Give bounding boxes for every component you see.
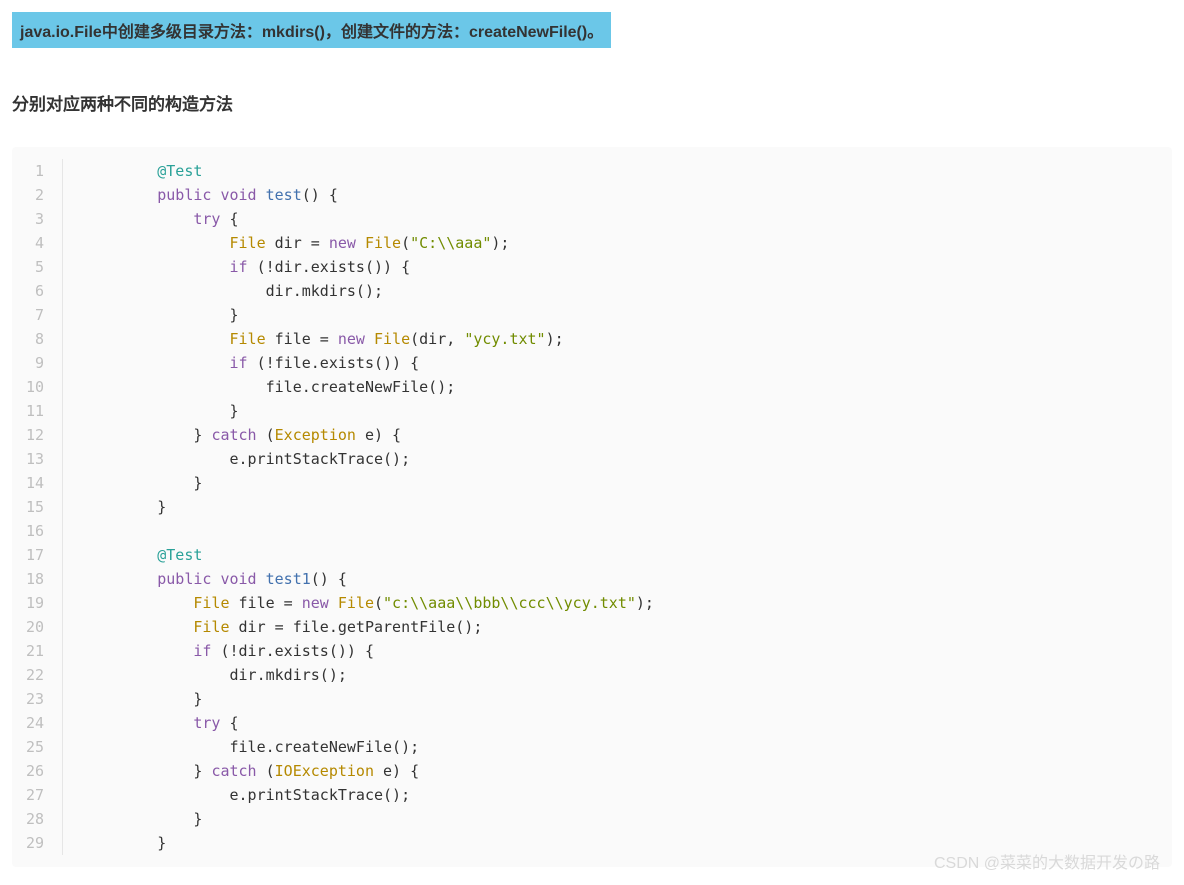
code-line: } <box>85 807 654 831</box>
code-line: try { <box>85 711 654 735</box>
code-line: public void test() { <box>85 183 654 207</box>
line-number: 22 <box>22 663 44 687</box>
code-line: File file = new File(dir, "ycy.txt"); <box>85 327 654 351</box>
code-line: e.printStackTrace(); <box>85 447 654 471</box>
code-line: @Test <box>85 543 654 567</box>
line-number: 21 <box>22 639 44 663</box>
line-number: 14 <box>22 471 44 495</box>
line-number: 27 <box>22 783 44 807</box>
code-line: } <box>85 471 654 495</box>
line-gutter: 1234567891011121314151617181920212223242… <box>12 159 63 855</box>
line-number: 24 <box>22 711 44 735</box>
code-line: } <box>85 303 654 327</box>
code-line: } <box>85 495 654 519</box>
line-number: 23 <box>22 687 44 711</box>
code-line: } catch (Exception e) { <box>85 423 654 447</box>
code-content: @Test public void test() { try { File di… <box>63 159 654 855</box>
code-line: } <box>85 399 654 423</box>
line-number: 5 <box>22 255 44 279</box>
line-number: 9 <box>22 351 44 375</box>
line-number: 26 <box>22 759 44 783</box>
code-line: if (!dir.exists()) { <box>85 639 654 663</box>
line-number: 20 <box>22 615 44 639</box>
line-number: 29 <box>22 831 44 855</box>
line-number: 19 <box>22 591 44 615</box>
code-line <box>85 519 654 543</box>
code-line: e.printStackTrace(); <box>85 783 654 807</box>
line-number: 1 <box>22 159 44 183</box>
code-line: file.createNewFile(); <box>85 735 654 759</box>
line-number: 25 <box>22 735 44 759</box>
line-number: 18 <box>22 567 44 591</box>
line-number: 10 <box>22 375 44 399</box>
line-number: 2 <box>22 183 44 207</box>
line-number: 17 <box>22 543 44 567</box>
code-line: } <box>85 831 654 855</box>
line-number: 6 <box>22 279 44 303</box>
code-line: @Test <box>85 159 654 183</box>
line-number: 13 <box>22 447 44 471</box>
code-line: public void test1() { <box>85 567 654 591</box>
line-number: 16 <box>22 519 44 543</box>
code-line: File file = new File("c:\\aaa\\bbb\\ccc\… <box>85 591 654 615</box>
code-line: File dir = file.getParentFile(); <box>85 615 654 639</box>
line-number: 11 <box>22 399 44 423</box>
code-line: file.createNewFile(); <box>85 375 654 399</box>
line-number: 8 <box>22 327 44 351</box>
code-line: } <box>85 687 654 711</box>
line-number: 4 <box>22 231 44 255</box>
line-number: 7 <box>22 303 44 327</box>
line-number: 3 <box>22 207 44 231</box>
code-line: } catch (IOException e) { <box>85 759 654 783</box>
code-line: dir.mkdirs(); <box>85 663 654 687</box>
code-line: try { <box>85 207 654 231</box>
line-number: 28 <box>22 807 44 831</box>
code-block: 1234567891011121314151617181920212223242… <box>12 147 1172 867</box>
line-number: 12 <box>22 423 44 447</box>
line-number: 15 <box>22 495 44 519</box>
code-line: File dir = new File("C:\\aaa"); <box>85 231 654 255</box>
banner-highlight: java.io.File中创建多级目录方法：mkdirs()，创建文件的方法：c… <box>12 12 611 48</box>
code-line: if (!dir.exists()) { <box>85 255 654 279</box>
code-line: if (!file.exists()) { <box>85 351 654 375</box>
code-line: dir.mkdirs(); <box>85 279 654 303</box>
subheading: 分别对应两种不同的构造方法 <box>12 90 1172 115</box>
